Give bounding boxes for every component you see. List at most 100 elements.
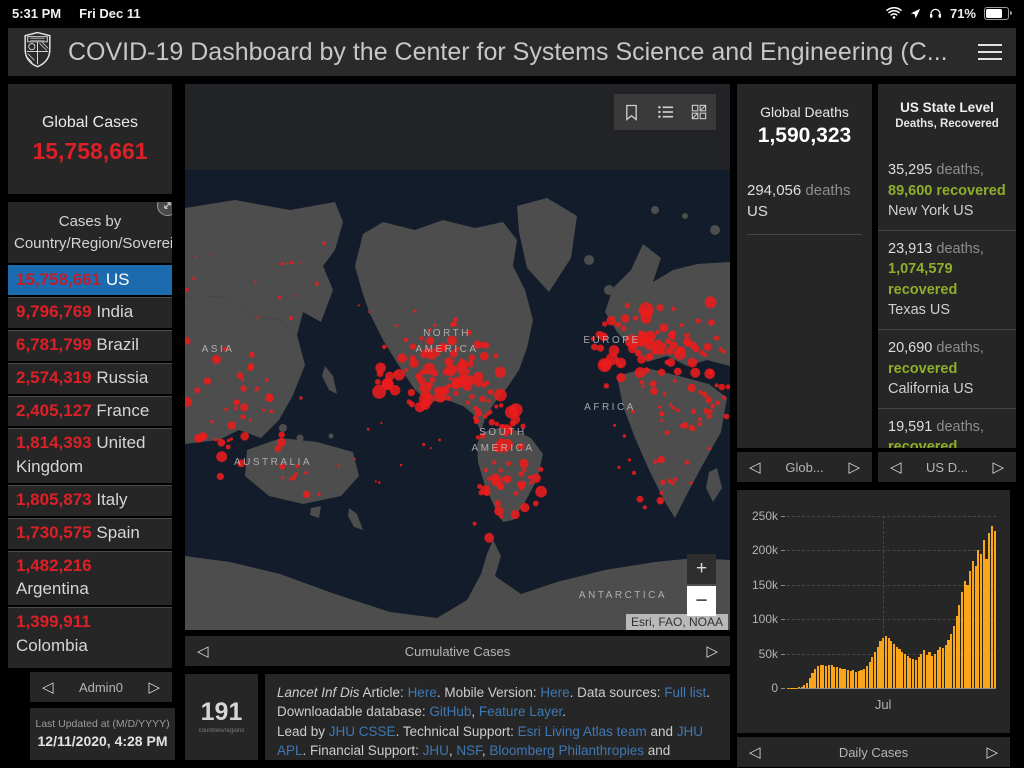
cases-list: 15,758,661 US 9,796,769 India 6,781,799 Br…: [8, 262, 172, 662]
country-name: US: [101, 269, 130, 289]
global-cases-title: Global Cases: [41, 114, 139, 131]
continent-label: AFRICA: [584, 402, 636, 413]
info-link[interactable]: Bloomberg Philanthropies: [489, 743, 644, 758]
zoom-in-button[interactable]: +: [687, 554, 716, 584]
countries-counter-panel: 191 countries/regions: [185, 674, 258, 760]
info-link[interactable]: NSF: [456, 743, 482, 758]
us-state-item[interactable]: 23,913 deaths, 1,074,579 recovered Texas …: [878, 229, 1016, 329]
legend-icon[interactable]: [648, 94, 682, 130]
location-icon: [910, 8, 921, 19]
info-text: Lead by: [277, 723, 329, 739]
cases-row[interactable]: 1,399,911 Colombia: [8, 605, 172, 662]
info-text: and: [644, 742, 671, 758]
chart-y-tick: 100k: [751, 612, 786, 627]
global-deaths-pagination: ◁ Glob... ▷: [737, 452, 872, 482]
country-name: France: [91, 400, 150, 420]
next-arrow-icon[interactable]: ▷: [986, 745, 998, 760]
next-arrow-icon[interactable]: ▷: [148, 680, 160, 695]
world-map[interactable]: ASIA NORTH AMERICA EUROPE AFRICA SOUTH AMERI…: [185, 170, 730, 630]
cases-row[interactable]: 1,482,216 Argentina: [8, 548, 172, 606]
status-time-date: 5:31 PM Fri Dec 11: [12, 6, 159, 21]
cases-row[interactable]: 2,574,319 Russia: [8, 360, 172, 394]
global-cases-value: 15,758,661: [32, 138, 148, 164]
us-item-text: 35,295 deaths, 89,600 recovered: [888, 162, 1006, 199]
global-deaths-pagination-label: Glob...: [785, 459, 824, 475]
state-location: Texas US: [888, 302, 951, 319]
info-link[interactable]: Full list: [664, 685, 706, 700]
wifi-icon: [886, 7, 902, 19]
state-deaths: 20,690: [888, 340, 933, 357]
menu-icon[interactable]: [978, 44, 1002, 60]
info-link[interactable]: JHU: [423, 743, 449, 758]
cases-row[interactable]: 9,796,769 India: [8, 295, 172, 328]
deaths-location: US: [747, 203, 768, 220]
global-deaths-title: Global Deaths: [760, 104, 849, 120]
state-deaths: 19,591: [888, 418, 933, 435]
last-updated-label: Last Updated at (M/D/YYYY): [35, 718, 170, 730]
last-updated-value: 12/11/2020, 4:28 PM: [37, 733, 168, 749]
us-item-text: 20,690 deaths, recovered: [888, 340, 984, 377]
prev-arrow-icon[interactable]: ◁: [749, 460, 761, 475]
info-text: Article:: [359, 685, 408, 700]
case-count: 1,814,393: [16, 433, 92, 453]
info-text: . Technical Support:: [395, 723, 518, 739]
state-deaths: 35,295: [888, 162, 933, 178]
prev-arrow-icon[interactable]: ◁: [890, 460, 902, 475]
zoom-out-button[interactable]: −: [687, 586, 716, 616]
cases-pagination: ◁ Admin0 ▷: [30, 672, 172, 702]
us-state-item[interactable]: 20,690 deaths, recovered California US: [878, 329, 1016, 408]
continent-label: ANTARCTICA: [578, 590, 668, 601]
info-link[interactable]: Here: [540, 685, 569, 700]
status-icons: 71%: [886, 6, 1012, 21]
info-link[interactable]: Esri Living Atlas team: [518, 724, 647, 739]
case-count: 1,482,216: [16, 555, 92, 575]
info-text: . Mobile Version:: [436, 685, 541, 700]
world-map-canvas: [185, 170, 730, 630]
info-link[interactable]: GitHub: [429, 704, 471, 719]
cases-row[interactable]: 6,781,799 Brazil: [8, 328, 172, 361]
case-count: 1,730,575: [16, 522, 92, 542]
deaths-count: 294,056: [747, 182, 802, 199]
basemap-icon[interactable]: [682, 94, 716, 130]
cases-row[interactable]: 1,730,575 Spain: [8, 515, 172, 549]
country-name: Spain: [91, 522, 140, 542]
us-item-text: 23,913 deaths, 1,074,579 recovered: [888, 240, 984, 298]
us-state-pagination: ◁ US D... ▷: [878, 452, 1016, 482]
next-arrow-icon[interactable]: ▷: [848, 460, 860, 475]
state-location: California US: [888, 381, 974, 398]
info-link[interactable]: Here: [408, 685, 437, 700]
info-text: . Data sources:: [569, 685, 665, 700]
info-text: .: [562, 704, 566, 720]
next-arrow-icon[interactable]: ▷: [706, 644, 718, 659]
us-state-pagination-label: US D...: [926, 459, 968, 475]
case-count: 9,796,769: [16, 302, 92, 322]
map-widget: ASIA NORTH AMERICA EUROPE AFRICA SOUTH AMERI…: [185, 84, 730, 630]
page-title: COVID-19 Dashboard by the Center for Sys…: [68, 37, 948, 66]
info-link[interactable]: JHU CSSE: [329, 724, 396, 739]
battery-percent: 71%: [949, 5, 976, 21]
us-state-item[interactable]: 19,591 deaths, recoveredFlorida US: [878, 407, 1016, 448]
us-state-item[interactable]: 35,295 deaths, 89,600 recovered New York …: [878, 152, 1016, 230]
state-location: New York US: [888, 203, 974, 220]
continent-label: AUSTRALIA: [233, 457, 313, 468]
prev-arrow-icon[interactable]: ◁: [42, 680, 54, 695]
next-arrow-icon[interactable]: ▷: [992, 460, 1004, 475]
bookmark-icon[interactable]: [614, 94, 648, 130]
status-time: 5:31 PM: [12, 5, 62, 21]
case-count: 15,758,661: [16, 269, 102, 289]
country-name: Argentina: [16, 579, 89, 599]
info-link[interactable]: Feature Layer: [479, 704, 562, 719]
chart-plot-area: Jul 250k 200k 150k 100k 50k 0: [752, 509, 996, 712]
cases-row[interactable]: 15,758,661 US: [8, 262, 172, 296]
global-deaths-panel: Global Deaths 1,590,323 294,056 deaths U…: [737, 84, 872, 448]
info-panel: Lancet Inf Dis Article: Here. Mobile Ver…: [265, 674, 730, 760]
cases-row[interactable]: 1,805,873 Italy: [8, 483, 172, 516]
cases-row[interactable]: 2,405,127 France: [8, 393, 172, 427]
map-caption-label: Cumulative Cases: [404, 643, 511, 659]
map-zoom-controls: + −: [687, 554, 716, 616]
global-deaths-value: 1,590,323: [757, 124, 852, 147]
cases-row[interactable]: 1,814,393 United Kingdom: [8, 426, 172, 483]
chart-bar: [993, 531, 996, 688]
deaths-list-item[interactable]: 294,056 deaths US: [747, 180, 862, 235]
daily-cases-chart: Jul 250k 200k 150k 100k 50k 0: [737, 490, 1010, 733]
